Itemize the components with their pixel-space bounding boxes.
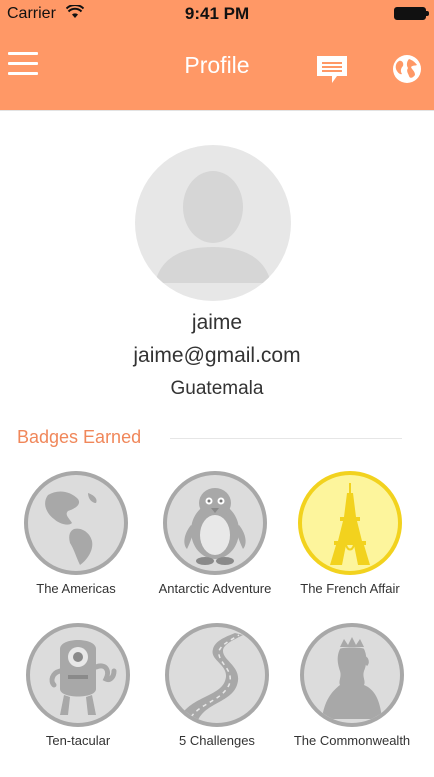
badge-circle-earned — [298, 471, 402, 575]
americas-globe-icon — [45, 491, 97, 565]
badge-the-commonwealth[interactable]: The Commonwealth — [282, 623, 422, 748]
badge-circle — [300, 623, 404, 727]
tentacle-monster-icon — [49, 640, 117, 715]
page-title: Profile — [184, 52, 250, 78]
divider — [170, 438, 402, 439]
badge-circle — [163, 471, 267, 575]
badges-section-title: Badges Earned — [17, 427, 142, 447]
badge-label: 5 Challenges — [179, 733, 255, 748]
penguin-icon — [184, 488, 246, 565]
avatar — [135, 145, 291, 301]
badge-the-americas[interactable]: The Americas — [6, 471, 146, 596]
nav-bar: Profile — [0, 28, 434, 110]
person-silhouette-icon — [155, 171, 271, 283]
status-bar: Carrier 9:41 PM — [0, 0, 434, 28]
badge-circle — [165, 623, 269, 727]
battery-icon — [394, 7, 429, 20]
profile-country: Guatemala — [170, 378, 264, 399]
badge-circle — [26, 623, 130, 727]
badge-label: Antarctic Adventure — [158, 581, 272, 596]
badge-ten-tacular[interactable]: Ten-tacular — [8, 623, 148, 748]
profile-content: jaime jaime@gmail.com Guatemala Badges E… — [0, 110, 434, 777]
badge-label: The French Affair — [300, 581, 400, 596]
eiffel-tower-icon — [330, 483, 370, 565]
badge-5-challenges[interactable]: 5 Challenges — [147, 623, 287, 748]
badge-antarctic-adventure[interactable]: Antarctic Adventure — [145, 471, 285, 596]
queen-silhouette-icon — [322, 637, 382, 719]
badge-label: Ten-tacular — [45, 733, 111, 748]
badge-label: The Commonwealth — [293, 733, 411, 748]
chat-bubble-icon[interactable] — [315, 54, 349, 86]
globe-icon[interactable] — [391, 53, 423, 85]
profile-name: jaime — [191, 311, 243, 334]
profile-email: jaime@gmail.com — [133, 344, 301, 367]
badge-label: The Americas — [36, 581, 116, 596]
clock: 9:41 PM — [184, 4, 250, 23]
badge-circle — [24, 471, 128, 575]
road-icon — [179, 633, 243, 723]
badge-the-french-affair[interactable]: The French Affair — [280, 471, 420, 596]
